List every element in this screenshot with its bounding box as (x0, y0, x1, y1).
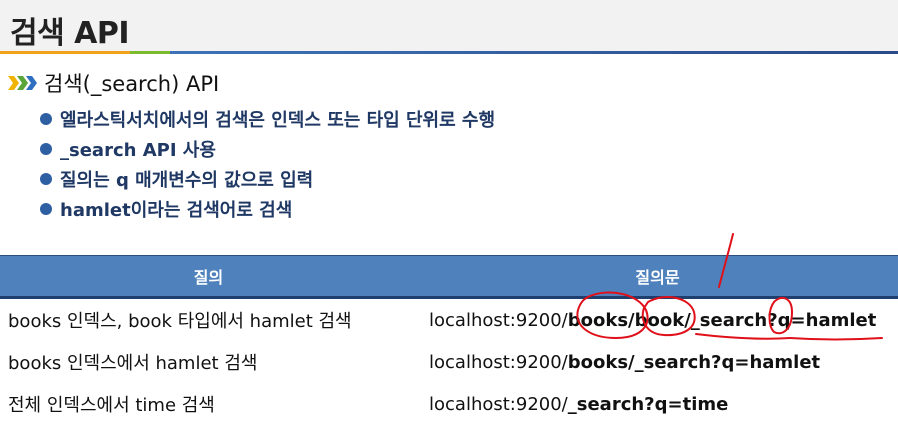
table-row: books 인덱스, book 타입에서 hamlet 검색 localhost… (0, 299, 898, 341)
bullet-text: 질의는 q 매개변수의 값으로 입력 (60, 170, 314, 191)
title-underline (0, 51, 898, 54)
query-cell: books 인덱스에서 hamlet 검색 (8, 353, 258, 374)
bullet-text: hamlet이라는 검색어로 검색 (60, 200, 293, 221)
query-cell: books 인덱스, book 타입에서 hamlet 검색 (8, 311, 352, 332)
url-cell: localhost:9200/_search?q=time (420, 394, 728, 415)
bullet-item: 엘라스틱서치에서의 검색은 인덱스 또는 타입 단위로 수행 (40, 104, 495, 134)
title-bar (0, 0, 898, 52)
bullet-dot-icon (40, 113, 52, 125)
chevron-bullet-icon (8, 76, 37, 90)
url-path: books/book/_search?q=hamlet (567, 309, 877, 331)
url-path: _search?q=time (567, 393, 729, 415)
bullet-item: 질의는 q 매개변수의 값으로 입력 (40, 164, 495, 194)
url-cell: localhost:9200/books/_search?q=hamlet (420, 352, 820, 373)
bullet-text: _search API 사용 (60, 140, 216, 161)
bullet-item: hamlet이라는 검색어로 검색 (40, 194, 495, 224)
query-cell: 전체 인덱스에서 time 검색 (8, 395, 215, 416)
table-row: 전체 인덱스에서 time 검색 localhost:9200/_search?… (0, 383, 898, 425)
bullet-list: 엘라스틱서치에서의 검색은 인덱스 또는 타입 단위로 수행 _search A… (40, 104, 495, 224)
url-prefix: localhost:9200/ (429, 393, 568, 415)
url-prefix: localhost:9200/ (429, 351, 568, 373)
bullet-dot-icon (40, 173, 52, 185)
page-title: 검색 API (10, 16, 130, 51)
url-cell: localhost:9200/books/book/_search?q=haml… (420, 310, 876, 331)
url-prefix: localhost:9200/ (429, 309, 568, 331)
query-table: 질의 질의문 books 인덱스, book 타입에서 hamlet 검색 lo… (0, 255, 898, 425)
column-header-query: 질의 (193, 268, 224, 287)
url-path: books/_search?q=hamlet (567, 351, 821, 373)
bullet-dot-icon (40, 203, 52, 215)
table-header: 질의 질의문 (0, 255, 898, 299)
bullet-item: _search API 사용 (40, 134, 495, 164)
section-heading-text: 검색(_search) API (44, 72, 220, 96)
section-heading: 검색(_search) API (8, 68, 219, 98)
column-header-query-statement: 질의문 (635, 268, 680, 287)
bullet-dot-icon (40, 143, 52, 155)
bullet-text: 엘라스틱서치에서의 검색은 인덱스 또는 타입 단위로 수행 (60, 110, 496, 131)
table-row: books 인덱스에서 hamlet 검색 localhost:9200/boo… (0, 341, 898, 383)
